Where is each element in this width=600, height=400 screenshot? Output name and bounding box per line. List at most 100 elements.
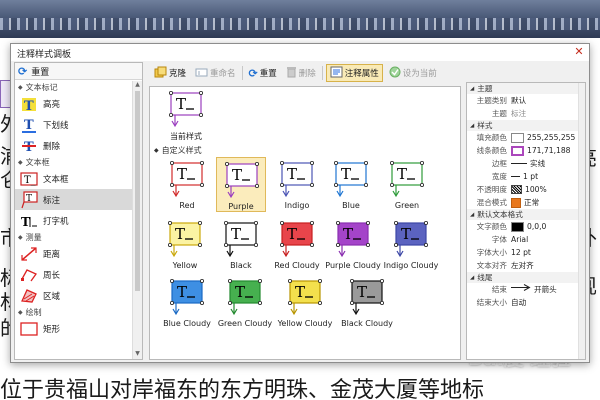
tool-item-label: 删除 — [43, 141, 61, 152]
tool-item[interactable]: T_ 文本框 — [15, 168, 133, 189]
style-section-header[interactable]: ◢ 样式 — [467, 120, 585, 131]
font-size-row[interactable]: 字体大小 12 pt — [467, 246, 585, 259]
callout-thumbnail: T — [390, 161, 425, 198]
end-size-row[interactable]: 结束大小 自动 — [467, 296, 585, 309]
style-swatch-blue-cloudy[interactable]: T Blue Cloudy — [162, 275, 212, 330]
style-swatch-yellow[interactable]: T Yellow — [160, 217, 210, 272]
reset-tree-button[interactable]: ⟳ 重置 — [15, 63, 142, 80]
style-swatch-indigo-cloudy[interactable]: T Indigo Cloudy — [384, 217, 438, 272]
scroll-thumb[interactable] — [135, 91, 140, 291]
fill-color-row[interactable]: 填充颜色 255,255,255 — [467, 131, 585, 144]
text-color-swatch[interactable] — [511, 221, 524, 232]
custom-styles-header[interactable]: ◆ 自定义样式 — [154, 145, 202, 156]
tool-item-label: 矩形 — [43, 324, 61, 335]
style-swatch-blue[interactable]: T Blue — [326, 157, 376, 212]
tool-item[interactable]: 矩形 — [15, 318, 133, 339]
style-swatch-red[interactable]: T Red — [162, 157, 212, 212]
theme-row[interactable]: 主题 标注 — [467, 107, 585, 120]
border-row[interactable]: 边框 实线 — [467, 157, 585, 170]
style-swatch-green[interactable]: T Green — [382, 157, 432, 212]
theme-type-row[interactable]: 主题类别 默认 — [467, 94, 585, 107]
set-current-button[interactable]: 设为当前 — [386, 64, 440, 82]
tree-category[interactable]: ◆ 绘制 — [15, 306, 133, 318]
svg-text:T: T — [24, 118, 34, 133]
tool-tree-scrollbar[interactable]: ▲ ▼ — [132, 81, 142, 359]
properties-scrollbar[interactable] — [578, 83, 585, 359]
style-swatch-purple[interactable]: T Purple — [216, 157, 266, 212]
close-icon[interactable]: ✕ — [573, 46, 585, 58]
line-color-swatch[interactable] — [511, 145, 524, 156]
background-bottom-text: 位于贵福山对岸福东的东方明珠、金茂大厦等地标 — [0, 378, 485, 400]
scroll-up-icon[interactable]: ▲ — [133, 81, 142, 90]
properties-button[interactable]: 注释属性 — [325, 64, 383, 82]
rename-button[interactable]: 重命名 — [192, 64, 239, 82]
theme-type-label: 主题类别 — [476, 96, 507, 105]
reset-icon: ⟳ — [248, 66, 258, 80]
tool-item[interactable]: T 打字机 — [15, 210, 133, 231]
tool-item[interactable]: T 下划线 — [15, 114, 133, 135]
tool-item[interactable]: 周长 — [15, 264, 133, 285]
tree-category[interactable]: ◆ 文本框 — [15, 156, 133, 168]
tree-category[interactable]: ◆ 文本标记 — [15, 81, 133, 93]
opacity-icon — [511, 185, 522, 194]
tool-item[interactable]: T 标注 — [15, 189, 133, 210]
theme-section-header[interactable]: ◢ 主题 — [467, 83, 585, 94]
style-swatch-red-cloudy[interactable]: T Red Cloudy — [272, 217, 322, 272]
rectangle-icon — [19, 320, 38, 337]
tool-item-label: 打字机 — [43, 216, 69, 227]
reset-button[interactable]: ⟳ 重置 — [246, 64, 280, 82]
title-bar: 注释样式调板 ✕ — [11, 44, 589, 61]
collapse-icon: ◆ — [18, 308, 23, 316]
callout-thumbnail: T — [170, 161, 205, 198]
theme-type-value: 默认 — [511, 96, 527, 105]
style-toolbar: 克隆 重命名 ⟳ 重置 删除 注释属性 设为当前 — [149, 62, 459, 84]
blend-mode-row[interactable]: 混合模式 正常 — [467, 196, 585, 209]
tool-item[interactable]: 距离 — [15, 243, 133, 264]
perimeter-icon — [19, 266, 38, 283]
end-size-label: 结束大小 — [476, 298, 507, 307]
text-color-row[interactable]: 文字颜色 0,0,0 — [467, 220, 585, 233]
fill-color-swatch[interactable] — [511, 132, 524, 143]
opacity-row[interactable]: 不透明度 100% — [467, 183, 585, 196]
svg-text:T: T — [401, 225, 411, 243]
delete-button[interactable]: 删除 — [283, 64, 319, 82]
svg-text:T: T — [231, 225, 241, 243]
line-tail-section-header[interactable]: ◢ 线尾 — [467, 272, 585, 283]
text-format-section-header[interactable]: ◢ 默认文本格式 — [467, 209, 585, 220]
tool-item[interactable]: T 删除 — [15, 135, 133, 156]
style-swatch-black[interactable]: T Black — [216, 217, 266, 272]
end-row[interactable]: 结束 开箭头 — [467, 283, 585, 296]
callout-thumbnail: T — [224, 221, 259, 258]
opacity-value: 100% — [525, 185, 547, 194]
delete-icon — [286, 66, 297, 80]
current-style[interactable]: T 当前样式 — [158, 87, 214, 142]
style-swatch-indigo[interactable]: T Indigo — [272, 157, 322, 212]
style-swatch-green-cloudy[interactable]: T Green Cloudy — [218, 275, 272, 330]
callout-thumbnail: T — [280, 161, 315, 198]
highlight-icon: T — [19, 95, 38, 112]
collapse-icon: ◆ — [18, 158, 23, 166]
tool-item[interactable]: 区域 — [15, 285, 133, 306]
tool-item[interactable]: T 高亮 — [15, 93, 133, 114]
width-row[interactable]: 宽度 1 pt — [467, 170, 585, 183]
svg-text:T: T — [397, 165, 407, 183]
style-swatch-yellow-cloudy[interactable]: T Yellow Cloudy — [278, 275, 332, 330]
annotation-style-palette-window: 注释样式调板 ✕ ⟳ 重置 ◆文本标记T高亮T下划线T删除◆文本框T_文本框T标… — [10, 43, 590, 363]
tool-item-label: 文本框 — [43, 174, 69, 185]
tool-tree-panel: ⟳ 重置 ◆文本标记T高亮T下划线T删除◆文本框T_文本框T标注T打字机◆测量距… — [14, 62, 143, 360]
underline-icon: T — [19, 116, 38, 133]
font-row[interactable]: 字体 Arial — [467, 233, 585, 246]
text-align-row[interactable]: 文本对齐 左对齐 — [467, 259, 585, 272]
text-align-value: 左对齐 — [511, 261, 534, 270]
style-swatch-black-cloudy[interactable]: T Black Cloudy — [341, 275, 393, 330]
style-swatch-purple-cloudy[interactable]: T Purple Cloudy — [325, 217, 381, 272]
border-value: 实线 — [530, 159, 546, 168]
tool-item-label: 周长 — [43, 270, 61, 281]
toolbar-separator — [241, 66, 243, 80]
clone-button[interactable]: 克隆 — [151, 64, 189, 82]
tree-category[interactable]: ◆ 测量 — [15, 231, 133, 243]
scroll-down-icon[interactable]: ▼ — [133, 350, 142, 359]
callout-thumbnail: T — [170, 279, 205, 316]
line-color-row[interactable]: 线条颜色 171,71,188 — [467, 144, 585, 157]
font-value: Arial — [511, 235, 529, 244]
